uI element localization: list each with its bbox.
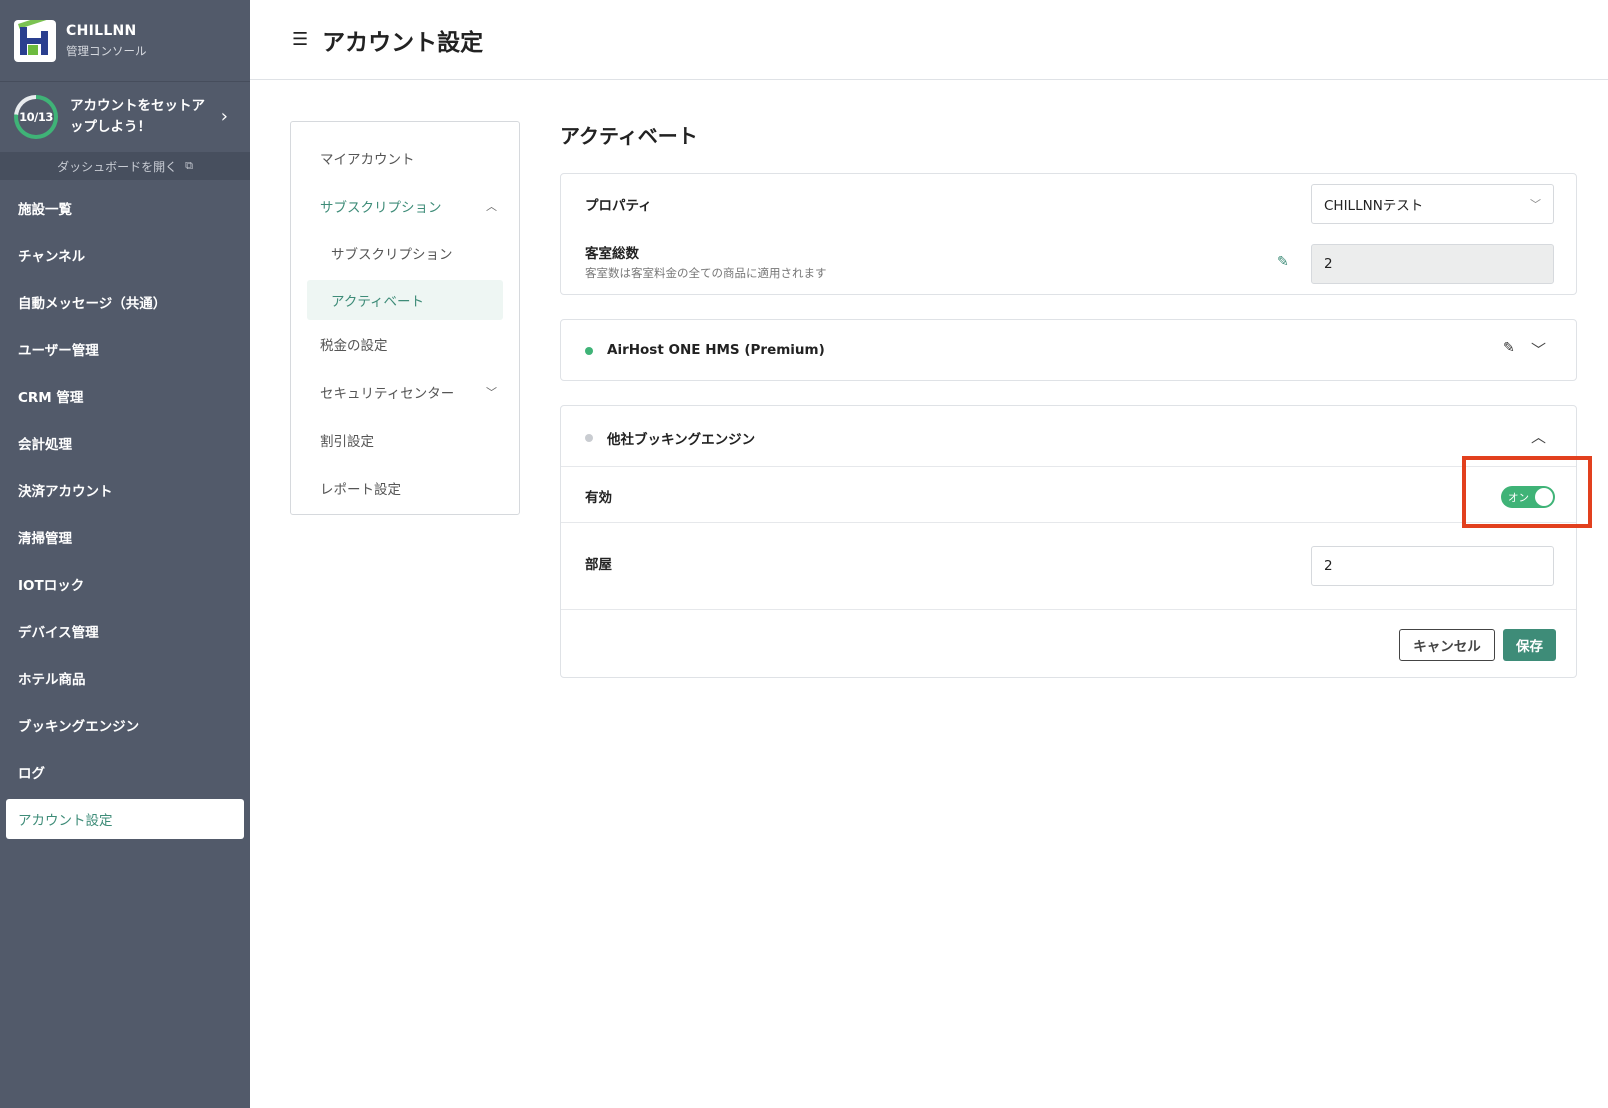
rooms-total-input: 2 <box>1311 244 1554 284</box>
submenu-item-subscription-label: サブスクリプション <box>320 200 442 216</box>
pencil-icon[interactable]: ✎ <box>1277 254 1289 270</box>
hms-card: AirHost ONE HMS (Premium) ✎ ﹀ <box>560 319 1577 381</box>
sidebar-item-booking-engine[interactable]: ブッキングエンジン <box>6 705 244 745</box>
rooms-total-label: 客室総数 <box>585 246 639 262</box>
setup-text: アカウントをセットアップしよう！ <box>70 98 205 135</box>
rooms-total-description: 客室数は客室料金の全ての商品に適用されます <box>585 266 827 280</box>
app-name: CHILLNN <box>66 22 137 39</box>
hms-title: AirHost ONE HMS (Premium) <box>607 342 825 358</box>
sidebar-item-account-settings[interactable]: アカウント設定 <box>6 799 244 839</box>
rooms-input-value: 2 <box>1324 558 1333 574</box>
sidebar-item-channels[interactable]: チャンネル <box>6 235 244 275</box>
cancel-button[interactable]: キャンセル <box>1399 629 1495 661</box>
chevron-down-icon: ﹀ <box>486 386 497 399</box>
sidebar-item-payment-accounts[interactable]: 決済アカウント <box>6 470 244 510</box>
submenu-subitem-activate[interactable]: アクティベート <box>307 280 503 320</box>
setup-banner[interactable]: 10/13 アカウントをセットアップしよう！ › <box>0 82 250 152</box>
submenu-item-subscription[interactable]: サブスクリプション ︿ <box>291 182 519 230</box>
submenu-item-security-label: セキュリティセンター <box>320 386 455 402</box>
submenu-item-report[interactable]: レポート設定 <box>291 464 519 512</box>
sidebar: CHILLNN 管理コンソール 10/13 アカウントをセットアップしよう！ ›… <box>0 0 250 1108</box>
submenu-item-tax[interactable]: 税金の設定 <box>291 320 519 368</box>
menu-collapse-icon[interactable]: ☰ <box>292 29 308 50</box>
section-title: アクティベート <box>560 124 698 148</box>
chillnn-logo <box>14 19 56 62</box>
enabled-label: 有効 <box>585 490 612 506</box>
chevron-up-icon[interactable]: ︿ <box>1531 426 1546 447</box>
page-header: ☰ アカウント設定 <box>250 0 1608 80</box>
sidebar-item-auto-messages[interactable]: 自動メッセージ（共通） <box>6 282 244 322</box>
sidebar-item-logs[interactable]: ログ <box>6 752 244 792</box>
divider <box>561 466 1576 467</box>
save-button[interactable]: 保存 <box>1503 629 1556 661</box>
sidebar-item-crm[interactable]: CRM 管理 <box>6 376 244 416</box>
chevron-right-icon: › <box>220 106 228 127</box>
booking-engine-title: 他社ブッキングエンジン <box>607 432 756 448</box>
property-select[interactable]: CHILLNNテスト ﹀ <box>1311 184 1554 224</box>
rooms-label: 部屋 <box>585 557 612 573</box>
sidebar-item-devices[interactable]: デバイス管理 <box>6 611 244 651</box>
dashboard-link-label: ダッシュボードを開く <box>57 159 178 174</box>
sidebar-item-facilities[interactable]: 施設一覧 <box>6 188 244 228</box>
rooms-total-value: 2 <box>1324 256 1333 272</box>
sidebar-item-cleaning[interactable]: 清掃管理 <box>6 517 244 557</box>
status-dot-active <box>585 347 593 355</box>
property-select-value: CHILLNNテスト <box>1324 198 1424 214</box>
sidebar-item-hotel-products[interactable]: ホテル商品 <box>6 658 244 698</box>
submenu-item-discount[interactable]: 割引設定 <box>291 416 519 464</box>
sidebar-item-accounting[interactable]: 会計処理 <box>6 423 244 463</box>
property-label: プロパティ <box>585 198 652 214</box>
settings-submenu: マイアカウント サブスクリプション ︿ サブスクリプション アクティベート 税金… <box>290 121 520 515</box>
sidebar-nav: 施設一覧 チャンネル 自動メッセージ（共通） ユーザー管理 CRM 管理 会計処… <box>0 188 250 839</box>
submenu-item-my-account[interactable]: マイアカウント <box>291 134 519 182</box>
property-card: プロパティ CHILLNNテスト ﹀ 客室総数 客室数は客室料金の全ての商品に適… <box>560 173 1577 295</box>
submenu-item-security[interactable]: セキュリティセンター ﹀ <box>291 368 519 416</box>
chevron-down-icon[interactable]: ﹀ <box>1531 339 1546 360</box>
sidebar-item-users[interactable]: ユーザー管理 <box>6 329 244 369</box>
setup-progress-ring: 10/13 <box>14 95 58 139</box>
sidebar-item-iot-lock[interactable]: IOTロック <box>6 564 244 604</box>
external-link-icon: ⧉ <box>185 159 193 172</box>
annotation-highlight-box <box>1462 456 1592 528</box>
chevron-down-icon: ﹀ <box>1530 198 1541 211</box>
divider <box>561 609 1576 610</box>
page-title: アカウント設定 <box>322 29 484 56</box>
submenu-subitem-subscription[interactable]: サブスクリプション <box>291 230 519 276</box>
chevron-up-icon: ︿ <box>486 200 497 213</box>
rooms-input[interactable]: 2 <box>1311 546 1554 586</box>
booking-engine-card: 他社ブッキングエンジン ︿ 有効 オン 部屋 2 キャンセル 保存 <box>560 405 1577 678</box>
divider <box>561 522 1576 523</box>
pencil-icon[interactable]: ✎ <box>1503 340 1515 356</box>
setup-progress-text: 10/13 <box>18 99 54 135</box>
status-dot-inactive <box>585 434 593 442</box>
brand[interactable]: CHILLNN 管理コンソール <box>0 0 250 82</box>
dashboard-link[interactable]: ダッシュボードを開く ⧉ <box>0 152 250 180</box>
app-subtitle: 管理コンソール <box>66 43 147 58</box>
